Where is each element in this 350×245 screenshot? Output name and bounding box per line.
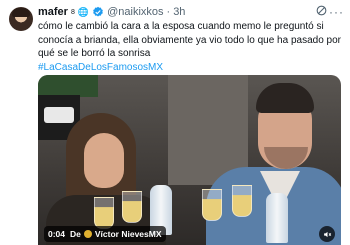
hashtag-link[interactable]: #LaCasaDeLosFamososMX [38, 61, 344, 75]
video-info-overlay: 0:04 De Víctor NievesMX [44, 226, 166, 242]
background-decor [38, 75, 98, 97]
wine-glass [94, 197, 114, 229]
woman-face [84, 133, 124, 188]
man-hair [256, 83, 314, 113]
wine-glass [232, 185, 252, 217]
mute-button[interactable] [319, 226, 335, 242]
tweet-body: cómo le cambió la cara a la esposa cuand… [38, 21, 341, 59]
author-handle[interactable]: @naikixkos [107, 6, 163, 18]
tweet[interactable]: mafer 8 🌐 @naikixkos · 3h ··· cómo le ca… [0, 0, 350, 245]
wine-glass [202, 189, 222, 221]
more-icon[interactable]: ··· [329, 5, 344, 19]
globe-emoji: 🌐 [77, 6, 90, 17]
tweet-text: cómo le cambió la cara a la esposa cuand… [38, 20, 344, 74]
video-player[interactable]: 0:04 De Víctor NievesMX [38, 75, 341, 245]
grok-icon[interactable] [315, 4, 328, 17]
mute-icon [323, 231, 331, 237]
tweet-header: mafer 8 🌐 @naikixkos · 3h [38, 6, 185, 18]
video-duration: 0:04 [48, 229, 66, 239]
water-bottle [266, 193, 288, 243]
timestamp[interactable]: 3h [173, 6, 185, 18]
separator-dot: · [166, 6, 171, 18]
credit-prefix: De [70, 229, 81, 239]
author-name-superscript: 8 [70, 8, 75, 16]
wine-glass [122, 191, 142, 223]
channel-icon [83, 230, 92, 238]
avatar[interactable] [9, 7, 33, 31]
author-name[interactable]: mafer [38, 6, 68, 18]
verified-icon [93, 6, 103, 17]
credit-source[interactable]: Víctor NievesMX [95, 229, 162, 239]
